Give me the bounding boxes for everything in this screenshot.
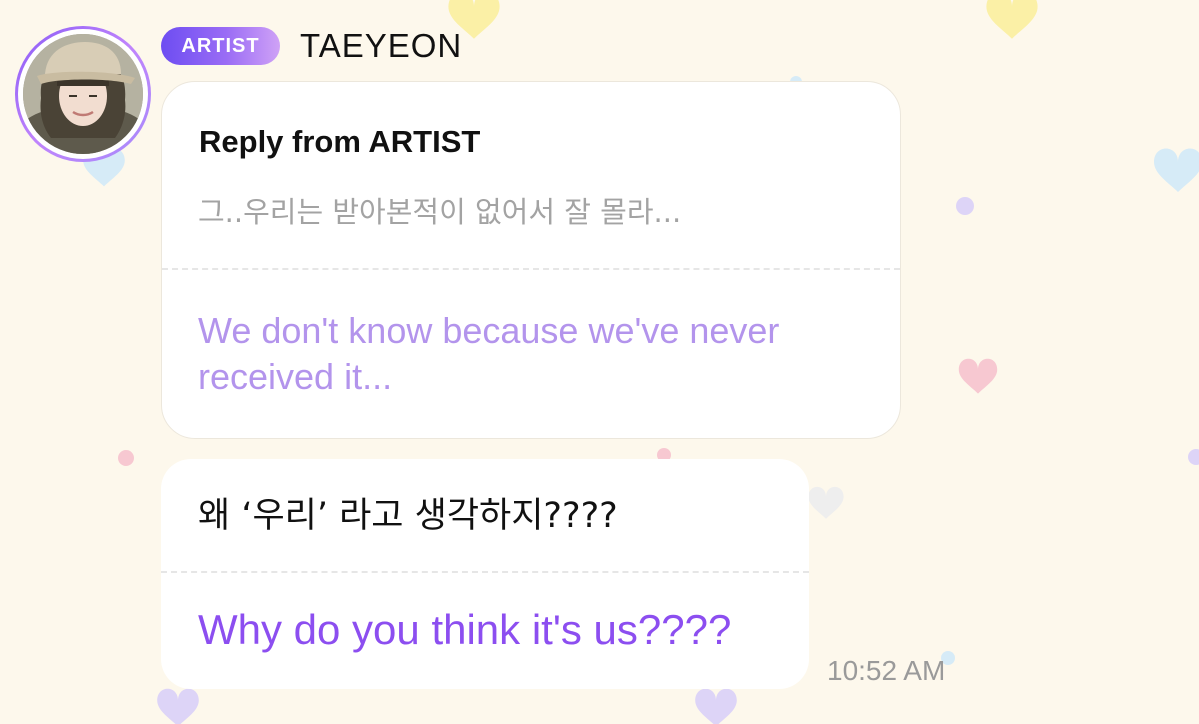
dot-icon — [1188, 449, 1199, 465]
reply-translation-text: We don't know because we've never receiv… — [198, 310, 780, 397]
translation-divider — [162, 268, 900, 270]
heart-icon — [157, 688, 199, 724]
artist-name[interactable]: TAEYEON — [300, 26, 462, 66]
heart-icon — [986, 0, 1038, 39]
translation-divider — [161, 571, 809, 573]
message-translation-text: Why do you think it's us???? — [198, 606, 732, 653]
heart-icon — [695, 688, 737, 724]
heart-icon — [958, 358, 998, 394]
artist-avatar[interactable] — [15, 26, 151, 162]
reply-message-bubble[interactable]: Reply from ARTIST 그..우리는 받아본적이 없어서 잘 몰라.… — [161, 81, 901, 439]
dot-icon — [956, 197, 974, 215]
artist-avatar-photo — [23, 34, 143, 154]
heart-icon — [1154, 148, 1199, 192]
dot-icon — [118, 450, 134, 466]
reply-original-text: 그..우리는 받아본적이 없어서 잘 몰라... — [198, 195, 682, 229]
message-original-text: 왜 ‘우리’ 라고 생각하지???? — [198, 496, 618, 536]
reply-title: Reply from ARTIST — [199, 124, 481, 159]
message-bubble[interactable]: 왜 ‘우리’ 라고 생각하지???? Why do you think it's… — [161, 459, 809, 689]
message-timestamp: 10:52 AM — [827, 655, 946, 686]
artist-badge: ARTIST — [161, 27, 280, 65]
heart-icon — [808, 486, 844, 519]
